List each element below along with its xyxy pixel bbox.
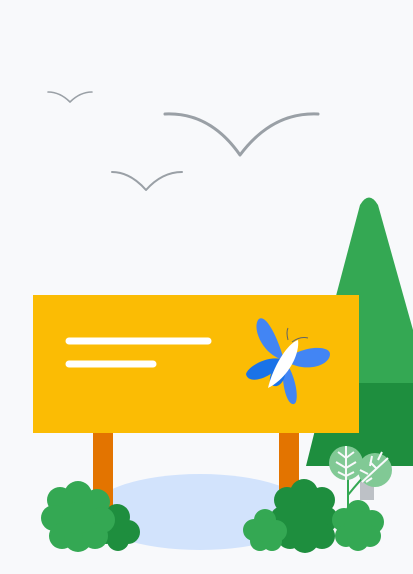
empty-state-illustration: [33, 91, 413, 553]
bush-corner: [332, 500, 384, 551]
leaf-icon: [329, 446, 363, 480]
bird-icon: [111, 171, 183, 191]
birds-group: [47, 91, 320, 191]
bird-icon: [163, 112, 320, 157]
bird-icon: [47, 91, 93, 103]
